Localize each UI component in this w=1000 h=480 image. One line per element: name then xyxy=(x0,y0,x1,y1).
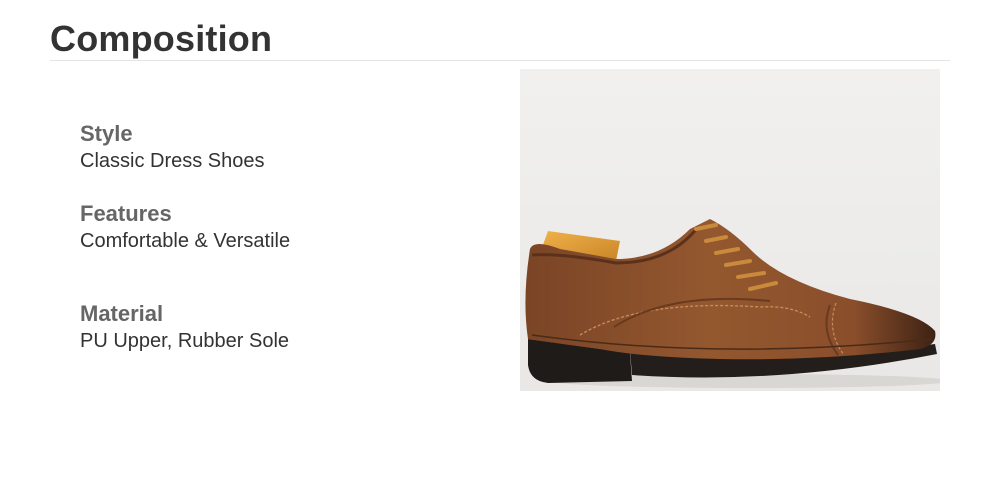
spec-label: Material xyxy=(80,301,164,326)
spec-material: Material PU Upper, Rubber Sole xyxy=(80,301,289,355)
spec-value: Classic Dress Shoes xyxy=(80,150,265,172)
spec-value: Comfortable & Versatile xyxy=(80,230,291,252)
spec-style: Style Classic Dress Shoes xyxy=(80,121,265,175)
product-photo xyxy=(520,69,940,391)
shoe-illustration xyxy=(520,69,940,391)
section-title: Composition xyxy=(50,18,273,59)
spec-value: PU Upper, Rubber Sole xyxy=(80,330,290,352)
title-divider xyxy=(50,60,950,61)
spec-features: Features Comfortable & Versatile xyxy=(80,201,290,255)
spec-label: Style xyxy=(80,121,133,146)
spec-label: Features xyxy=(80,201,172,226)
